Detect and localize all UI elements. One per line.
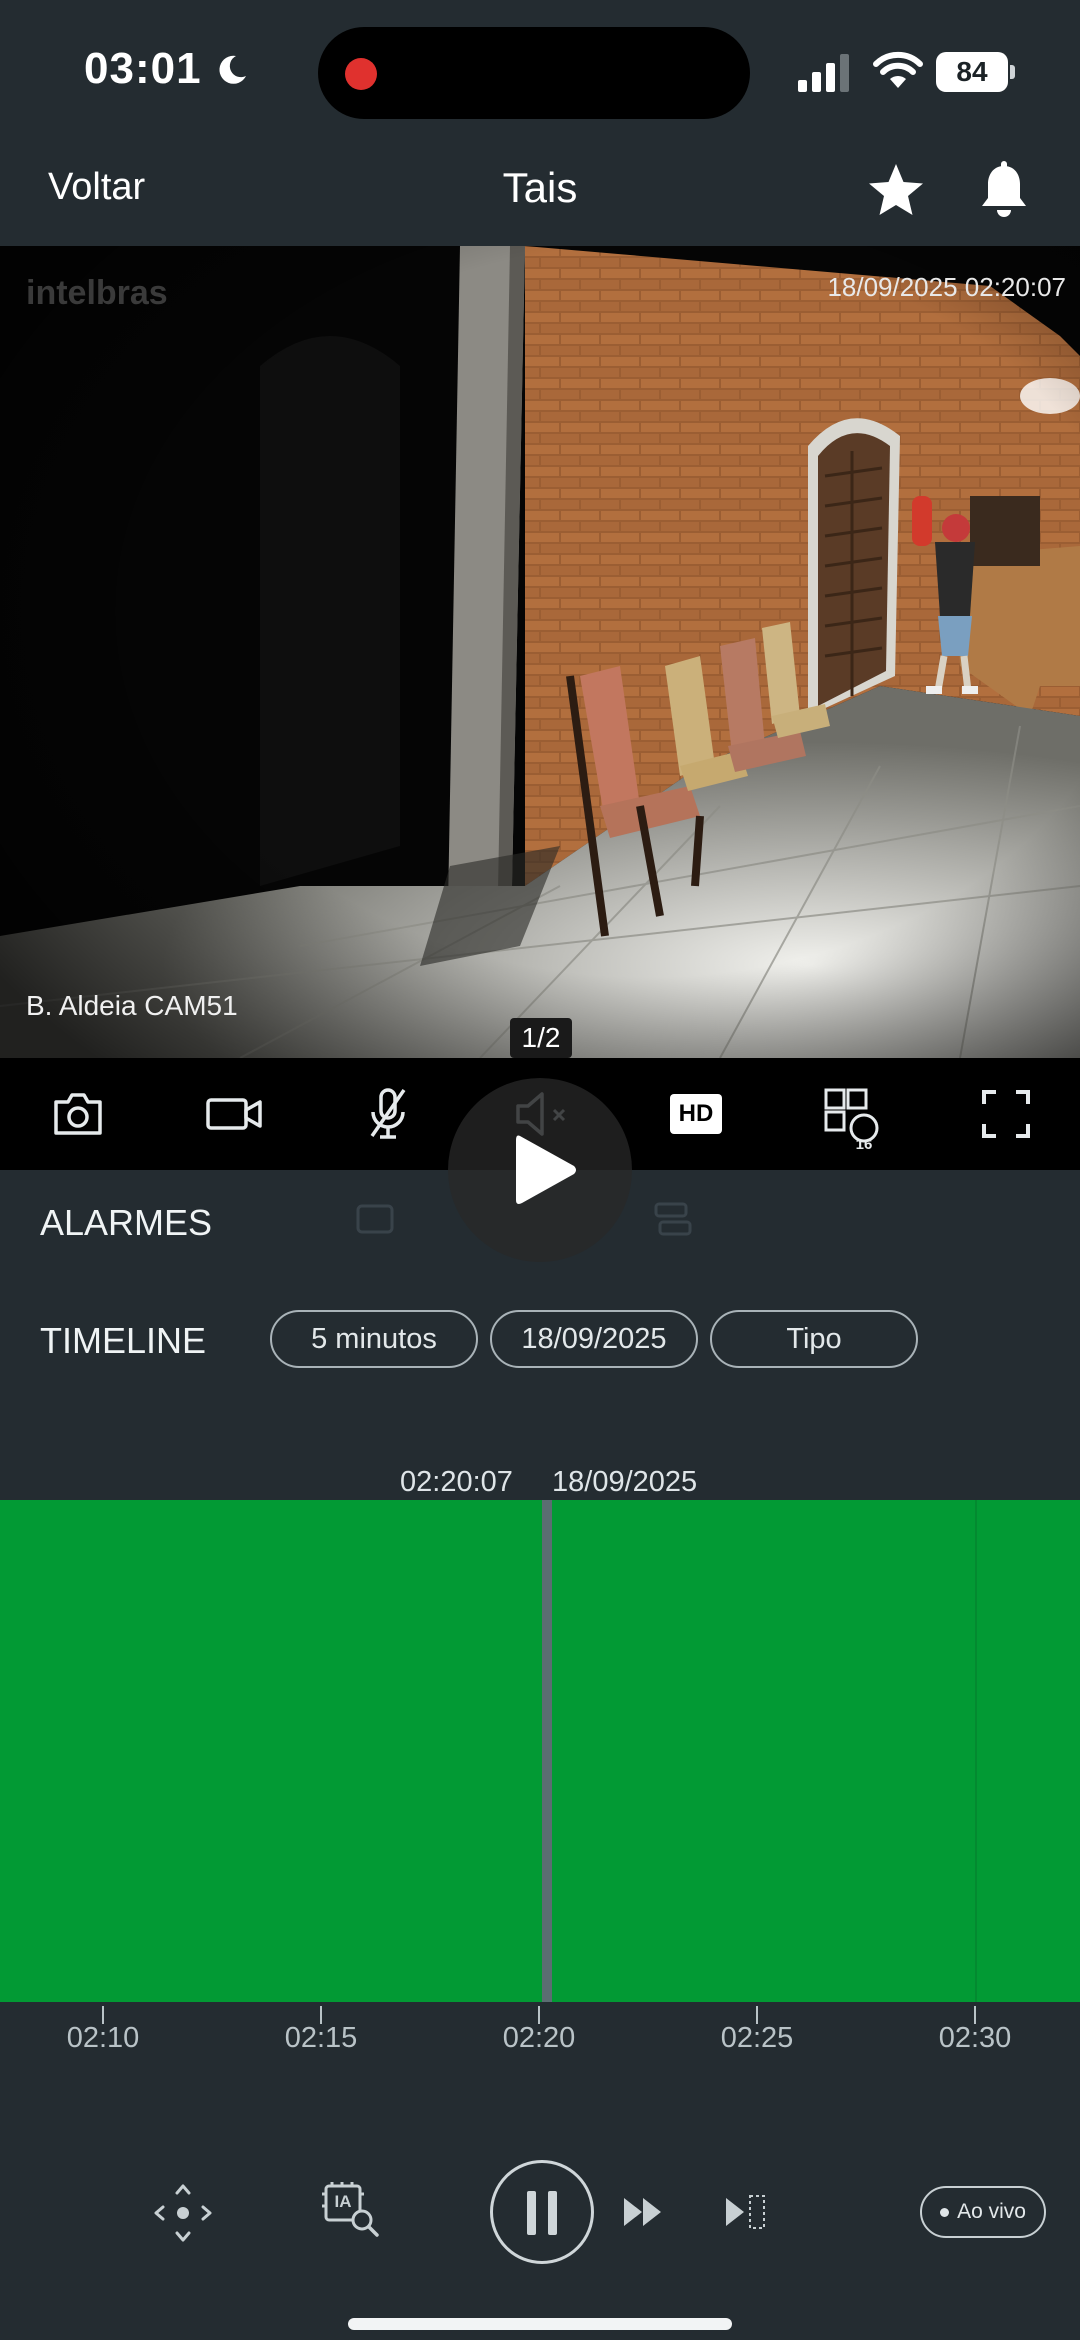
video-record-icon[interactable]	[204, 1084, 264, 1144]
camera-video-feed[interactable]: intelbras 18/09/2025 02:20:07 B. Aldeia …	[0, 246, 1080, 1058]
timeline-tick-label: 02:10	[66, 2022, 140, 2054]
camera-brand-watermark: intelbras	[26, 274, 168, 312]
battery-level: 84	[956, 56, 988, 87]
camera-name: B. Aldeia CAM51	[26, 990, 238, 1021]
battery-icon: 84	[936, 52, 1016, 92]
status-time: 03:01	[84, 44, 202, 93]
timeline-label: TIMELINE	[40, 1320, 207, 1361]
pause-button[interactable]	[490, 2160, 594, 2264]
bell-icon[interactable]	[976, 160, 1032, 220]
alarms-tab[interactable]: ALARMES	[40, 1202, 212, 1244]
mic-muted-icon[interactable]	[358, 1084, 418, 1144]
battery-cap	[1010, 65, 1015, 79]
hd-label: HD	[678, 1100, 714, 1127]
page-indicator: 1/2	[510, 1018, 572, 1058]
timeline-tick-label: 02:25	[720, 2022, 794, 2054]
ai-label: IA	[334, 2192, 352, 2211]
hd-quality-icon[interactable]: HD	[670, 1094, 722, 1134]
camera-timestamp: 18/09/2025 02:20:07	[827, 272, 1066, 302]
timeline-cursor[interactable]	[542, 1500, 552, 2002]
timeline-gridline	[975, 1500, 977, 2002]
record-dot	[345, 58, 377, 90]
fullscreen-icon[interactable]	[976, 1084, 1036, 1144]
grid-badge: 16	[855, 1136, 873, 1153]
timeline-cursor-time: 02:20:07	[400, 1466, 513, 1498]
dynamic-island	[318, 27, 750, 119]
pause-icon-bar	[548, 2191, 557, 2235]
home-indicator[interactable]	[348, 2318, 732, 2330]
faded-tab-icon	[356, 1204, 394, 1234]
signal-icon	[798, 54, 849, 92]
ai-search-icon[interactable]: IA	[322, 2180, 380, 2238]
camera-snapshot-icon[interactable]	[48, 1084, 108, 1144]
timeline-tick-label: 02:20	[502, 2022, 576, 2054]
live-button[interactable]: Ao vivo	[920, 2186, 1046, 2238]
timeline-recording-track[interactable]	[0, 1500, 1080, 2002]
date-chip[interactable]: 18/09/2025	[490, 1310, 698, 1368]
fast-forward-icon[interactable]	[622, 2194, 664, 2230]
timeline-cursor-date: 18/09/2025	[552, 1466, 698, 1498]
play-icon	[516, 1135, 576, 1204]
next-frame-icon[interactable]	[724, 2190, 768, 2234]
grid-16-icon[interactable]	[822, 1084, 882, 1144]
live-label: Ao vivo	[957, 2200, 1026, 2223]
live-dot	[940, 2207, 950, 2217]
timeline-tick-label: 02:15	[284, 2022, 358, 2054]
timeline-tick-label: 02:30	[938, 2022, 1012, 2054]
back-button[interactable]: Voltar	[48, 166, 145, 209]
ptz-move-icon[interactable]	[152, 2182, 214, 2244]
interval-chip[interactable]: 5 minutos	[270, 1310, 478, 1368]
wifi-icon	[873, 51, 923, 88]
moon-icon	[219, 55, 246, 84]
play-overlay[interactable]	[448, 1078, 632, 1262]
battery-body: 84	[936, 52, 1008, 92]
faded-multibox-icon	[654, 1202, 692, 1236]
star-icon[interactable]	[866, 160, 926, 220]
type-chip[interactable]: Tipo	[710, 1310, 918, 1368]
pause-icon	[527, 2191, 536, 2235]
video-frame	[0, 246, 1080, 1058]
